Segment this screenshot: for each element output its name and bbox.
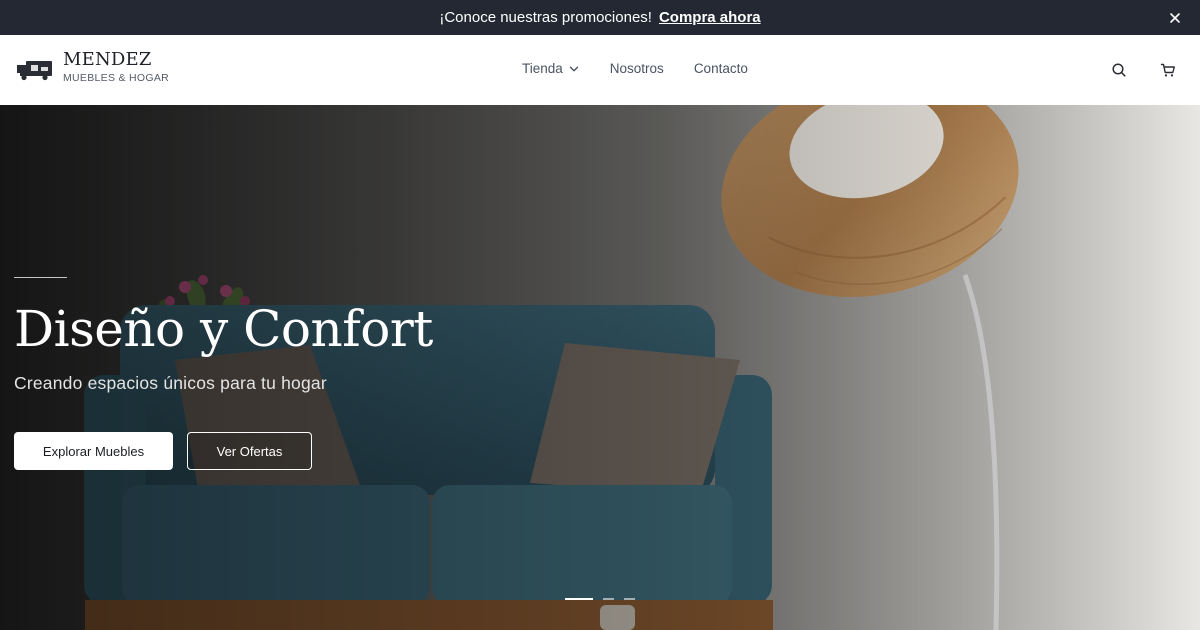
slider-dot-3[interactable] bbox=[624, 598, 635, 600]
nav-item-label: Nosotros bbox=[609, 61, 664, 76]
promo-cta-link[interactable]: Compra ahora bbox=[659, 9, 761, 26]
nav-item-nosotros[interactable]: Nosotros bbox=[610, 61, 664, 76]
hero-title: Diseño y Confort bbox=[14, 300, 433, 358]
close-icon[interactable] bbox=[1166, 9, 1184, 27]
explore-furniture-button[interactable]: Explorar Muebles bbox=[14, 432, 173, 470]
nav-item-contacto[interactable]: Contacto bbox=[694, 61, 748, 76]
slider-dot-1[interactable] bbox=[565, 598, 593, 600]
site-header: MENDEZ MUEBLES & HOGAR Tienda Nosotros C… bbox=[0, 35, 1200, 105]
hero-subtitle: Creando espacios únicos para tu hogar bbox=[14, 373, 327, 393]
view-offers-button[interactable]: Ver Ofertas bbox=[187, 432, 312, 470]
slider-dots bbox=[565, 598, 645, 600]
hero-divider bbox=[14, 277, 67, 278]
furniture-truck-icon bbox=[17, 58, 53, 82]
logo[interactable]: MENDEZ MUEBLES & HOGAR bbox=[17, 49, 169, 84]
promo-message: ¡Conoce nuestras promociones! bbox=[439, 9, 652, 26]
cart-icon[interactable] bbox=[1160, 62, 1176, 78]
main-nav: Tienda Nosotros Contacto bbox=[522, 61, 748, 76]
promo-bar: ¡Conoce nuestras promociones! Compra aho… bbox=[0, 0, 1200, 35]
search-icon[interactable] bbox=[1111, 62, 1127, 78]
logo-tagline: MUEBLES & HOGAR bbox=[63, 72, 170, 84]
chevron-down-icon bbox=[568, 63, 580, 75]
hero-section: Diseño y Confort Creando espacios únicos… bbox=[0, 105, 1200, 630]
hero-background-image bbox=[0, 105, 1200, 630]
nav-item-label: Contacto bbox=[693, 61, 748, 76]
nav-item-label: Tienda bbox=[522, 61, 563, 76]
slider-dot-2[interactable] bbox=[603, 598, 614, 600]
nav-item-tienda[interactable]: Tienda bbox=[522, 61, 580, 76]
logo-name: MENDEZ bbox=[63, 49, 152, 70]
